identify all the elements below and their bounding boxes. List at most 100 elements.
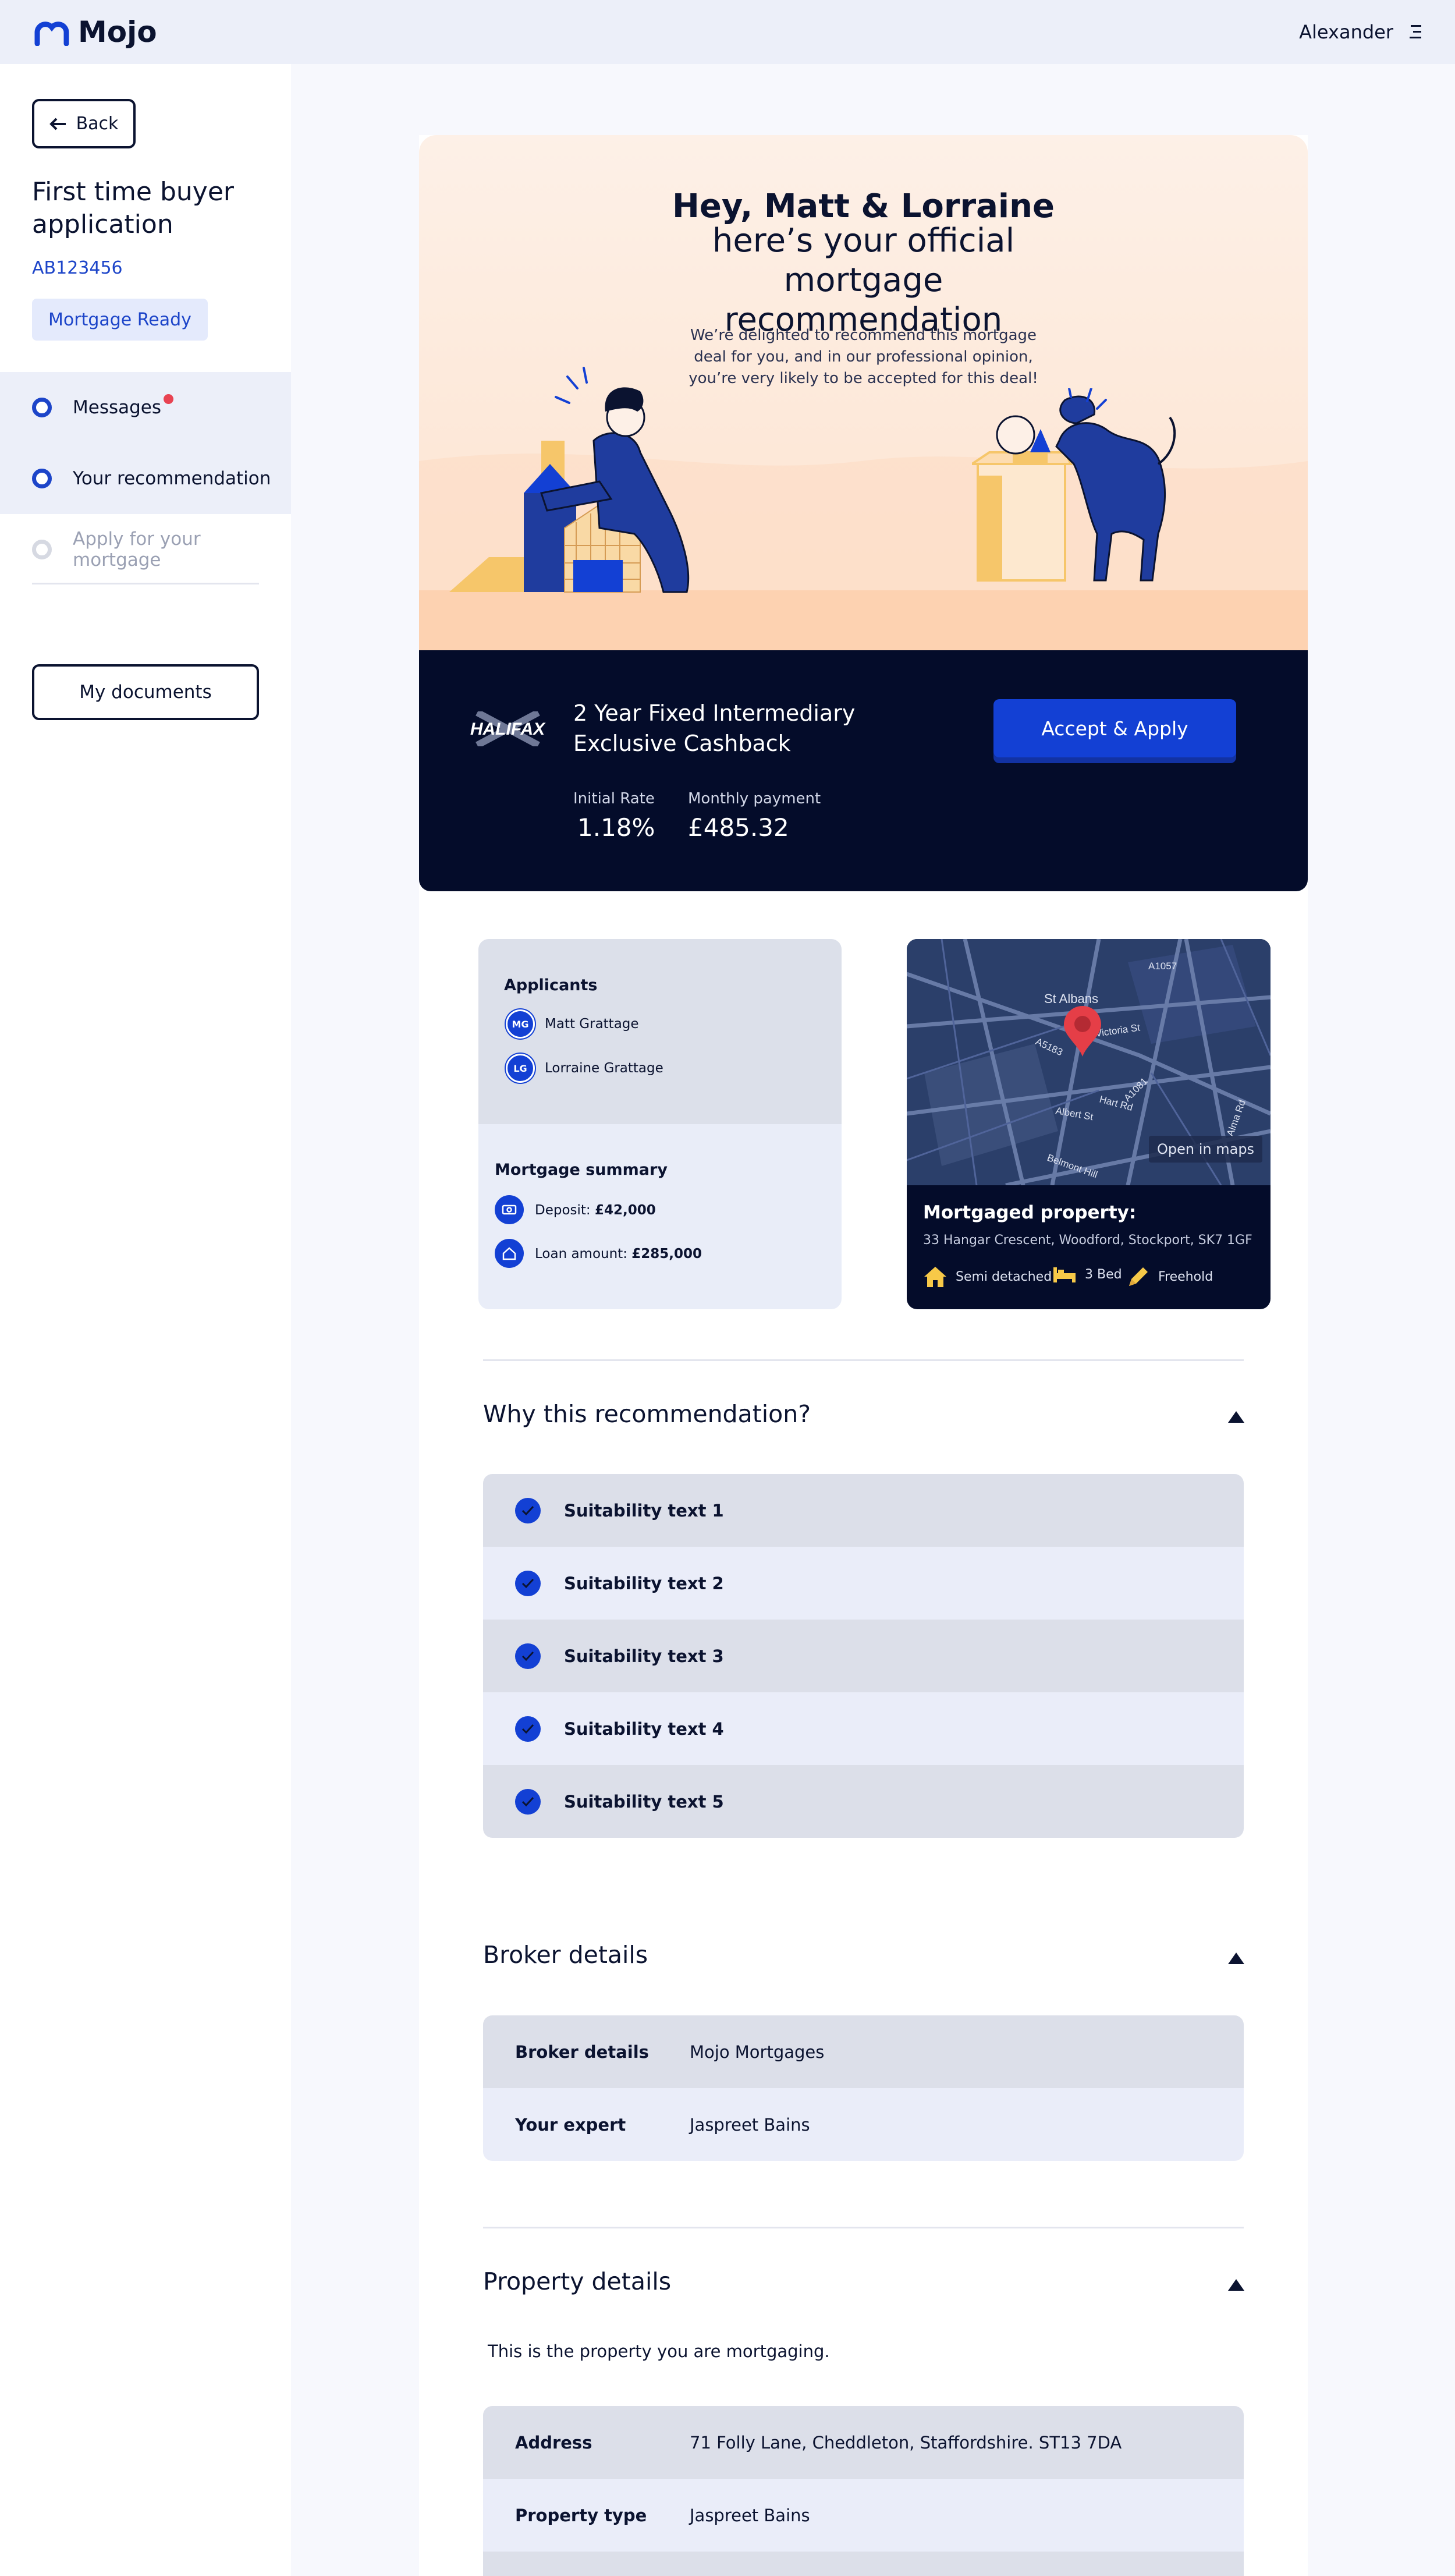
property-details-table: Address 71 Folly Lane, Cheddleton, Staffo… xyxy=(483,2406,1244,2576)
house-icon xyxy=(924,1267,946,1287)
broker-details-table: Broker details Mojo Mortgages Your expert… xyxy=(483,2015,1244,2161)
suitability-text: Suitability text 3 xyxy=(564,1646,724,1666)
suitability-item: Suitability text 3 xyxy=(483,1620,1244,1692)
property-map[interactable]: St Albans Victoria St A1057 A1081 A5183 … xyxy=(907,939,1271,1185)
halifax-logo: HALIFAX xyxy=(470,711,546,746)
collapse-caret-icon[interactable] xyxy=(1228,2279,1244,2291)
suitability-item: Suitability text 5 xyxy=(483,1765,1244,1838)
accept-apply-button[interactable]: Accept & Apply xyxy=(993,699,1236,757)
greeting-heading: Hey, Matt & Lorraine xyxy=(672,187,1055,225)
row-label: Your expert xyxy=(515,2114,626,2135)
property-type-feature: Semi detached xyxy=(923,1265,1052,1288)
mojo-logo[interactable]: Mojo xyxy=(34,15,157,49)
divider xyxy=(483,1359,1244,1361)
suitability-item: Suitability text 2 xyxy=(483,1547,1244,1620)
monthly-payment-label: Monthly payment xyxy=(688,790,821,807)
row-value: 71 Folly Lane, Cheddleton, Staffordshire… xyxy=(690,2432,1122,2453)
step-pending-icon xyxy=(32,540,52,559)
row-label: Address xyxy=(515,2432,592,2453)
bed-icon xyxy=(1053,1267,1076,1282)
divider xyxy=(483,2227,1244,2228)
open-in-maps-button[interactable]: Open in maps xyxy=(1149,1136,1263,1163)
sidebar-item-messages[interactable]: Messages xyxy=(0,372,291,443)
step-done-icon xyxy=(32,398,52,417)
check-icon xyxy=(515,1643,541,1669)
sidebar-item-label: Your recommendation xyxy=(73,468,271,489)
suitability-text: Suitability text 2 xyxy=(564,1573,724,1593)
hamburger-icon[interactable] xyxy=(1408,24,1421,40)
row-label: Broker details xyxy=(515,2042,649,2062)
row-label: Property type xyxy=(515,2505,647,2525)
tenure-feature: Freehold xyxy=(1127,1265,1213,1288)
map-pin-icon xyxy=(1064,1006,1101,1057)
avatar: MG xyxy=(506,1009,535,1039)
sidebar-item-label: Apply for your mortgage xyxy=(73,529,201,571)
recommendation-headline: here’s your official mortgage recommenda… xyxy=(712,222,1015,339)
sidebar-item-label: Messages xyxy=(73,394,174,418)
pencil-icon xyxy=(1129,1267,1148,1286)
sidebar-item-apply[interactable]: Apply for your mortgage xyxy=(0,514,291,585)
table-row xyxy=(483,2552,1244,2576)
deposit-line: Deposit: £42,000 xyxy=(535,1203,656,1218)
property-details-heading: Property details xyxy=(483,2267,672,2295)
application-title: First time buyer application xyxy=(32,177,234,239)
applicant-name: Matt Grattage xyxy=(545,1016,639,1032)
person-with-boxes-illustration xyxy=(449,367,690,593)
row-value: Mojo Mortgages xyxy=(690,2042,825,2062)
table-row: Property type Jaspreet Bains xyxy=(483,2479,1244,2552)
suitability-text: Suitability text 5 xyxy=(564,1791,724,1812)
mortgaged-property-card: St Albans Victoria St A1057 A1081 A5183 … xyxy=(907,939,1271,1309)
user-name: Alexander xyxy=(1299,21,1393,43)
mortgage-summary-heading: Mortgage summary xyxy=(495,1161,668,1179)
applicants-heading: Applicants xyxy=(504,976,598,994)
user-menu[interactable]: Alexander xyxy=(1299,21,1421,43)
check-icon xyxy=(515,1716,541,1742)
mortgaged-property-heading: Mortgaged property: xyxy=(923,1202,1137,1223)
suitability-text: Suitability text 1 xyxy=(564,1500,724,1521)
house-icon xyxy=(495,1239,524,1268)
initial-rate-value: 1.18% xyxy=(577,813,655,842)
notification-dot xyxy=(164,394,174,404)
step-current-icon xyxy=(32,469,52,488)
applicants-section xyxy=(478,939,842,1124)
table-row: Your expert Jaspreet Bains xyxy=(483,2088,1244,2161)
cash-icon xyxy=(495,1195,524,1224)
top-bar: Mojo Alexander xyxy=(0,0,1455,64)
check-icon xyxy=(515,1788,541,1815)
back-label: Back xyxy=(76,114,119,134)
table-row: Broker details Mojo Mortgages xyxy=(483,2015,1244,2088)
mojo-logo-icon xyxy=(34,22,69,46)
main-panel: Hey, Matt & Lorraine here’s your officia… xyxy=(419,135,1308,2576)
table-row: Address 71 Folly Lane, Cheddleton, Staffo… xyxy=(483,2406,1244,2479)
collapse-caret-icon[interactable] xyxy=(1228,1411,1244,1423)
broker-details-heading: Broker details xyxy=(483,1941,648,1969)
my-documents-button[interactable]: My documents xyxy=(32,664,259,720)
brand-name: Mojo xyxy=(78,15,157,49)
bedrooms-feature: 3 Bed xyxy=(1052,1265,1122,1284)
mortgage-deal-banner: HALIFAX 2 Year Fixed Intermediary Exclus… xyxy=(419,650,1308,891)
status-badge: Mortgage Ready xyxy=(32,299,208,341)
initial-rate-label: Initial Rate xyxy=(573,790,655,807)
applicants-summary-card: Applicants MG Matt Grattage LG Lorraine … xyxy=(478,939,842,1309)
applicant-name: Lorraine Grattage xyxy=(545,1061,663,1076)
loan-line: Loan amount: £285,000 xyxy=(535,1246,702,1262)
check-icon xyxy=(515,1570,541,1596)
check-icon xyxy=(515,1497,541,1523)
why-recommendation-heading: Why this recommendation? xyxy=(483,1400,811,1428)
avatar: LG xyxy=(506,1054,535,1083)
dog-with-box-illustration xyxy=(972,388,1176,582)
sidebar-item-recommendation[interactable]: Your recommendation xyxy=(0,443,291,514)
back-button[interactable]: Back xyxy=(32,99,136,148)
monthly-payment-value: £485.32 xyxy=(688,813,789,842)
arrow-left-icon xyxy=(49,118,66,130)
suitability-text: Suitability text 4 xyxy=(564,1718,724,1739)
row-value: Jaspreet Bains xyxy=(690,2505,810,2525)
row-value: Jaspreet Bains xyxy=(690,2114,810,2135)
lender-name: HALIFAX xyxy=(470,720,546,739)
divider xyxy=(32,583,259,584)
suitability-item: Suitability text 4 xyxy=(483,1692,1244,1765)
svg-text:A1057: A1057 xyxy=(1148,961,1177,972)
product-name: 2 Year Fixed Intermediary Exclusive Cash… xyxy=(573,700,856,756)
collapse-caret-icon[interactable] xyxy=(1228,1953,1244,1964)
suitability-list: Suitability text 1 Suitability text 2 Su… xyxy=(483,1474,1244,1838)
